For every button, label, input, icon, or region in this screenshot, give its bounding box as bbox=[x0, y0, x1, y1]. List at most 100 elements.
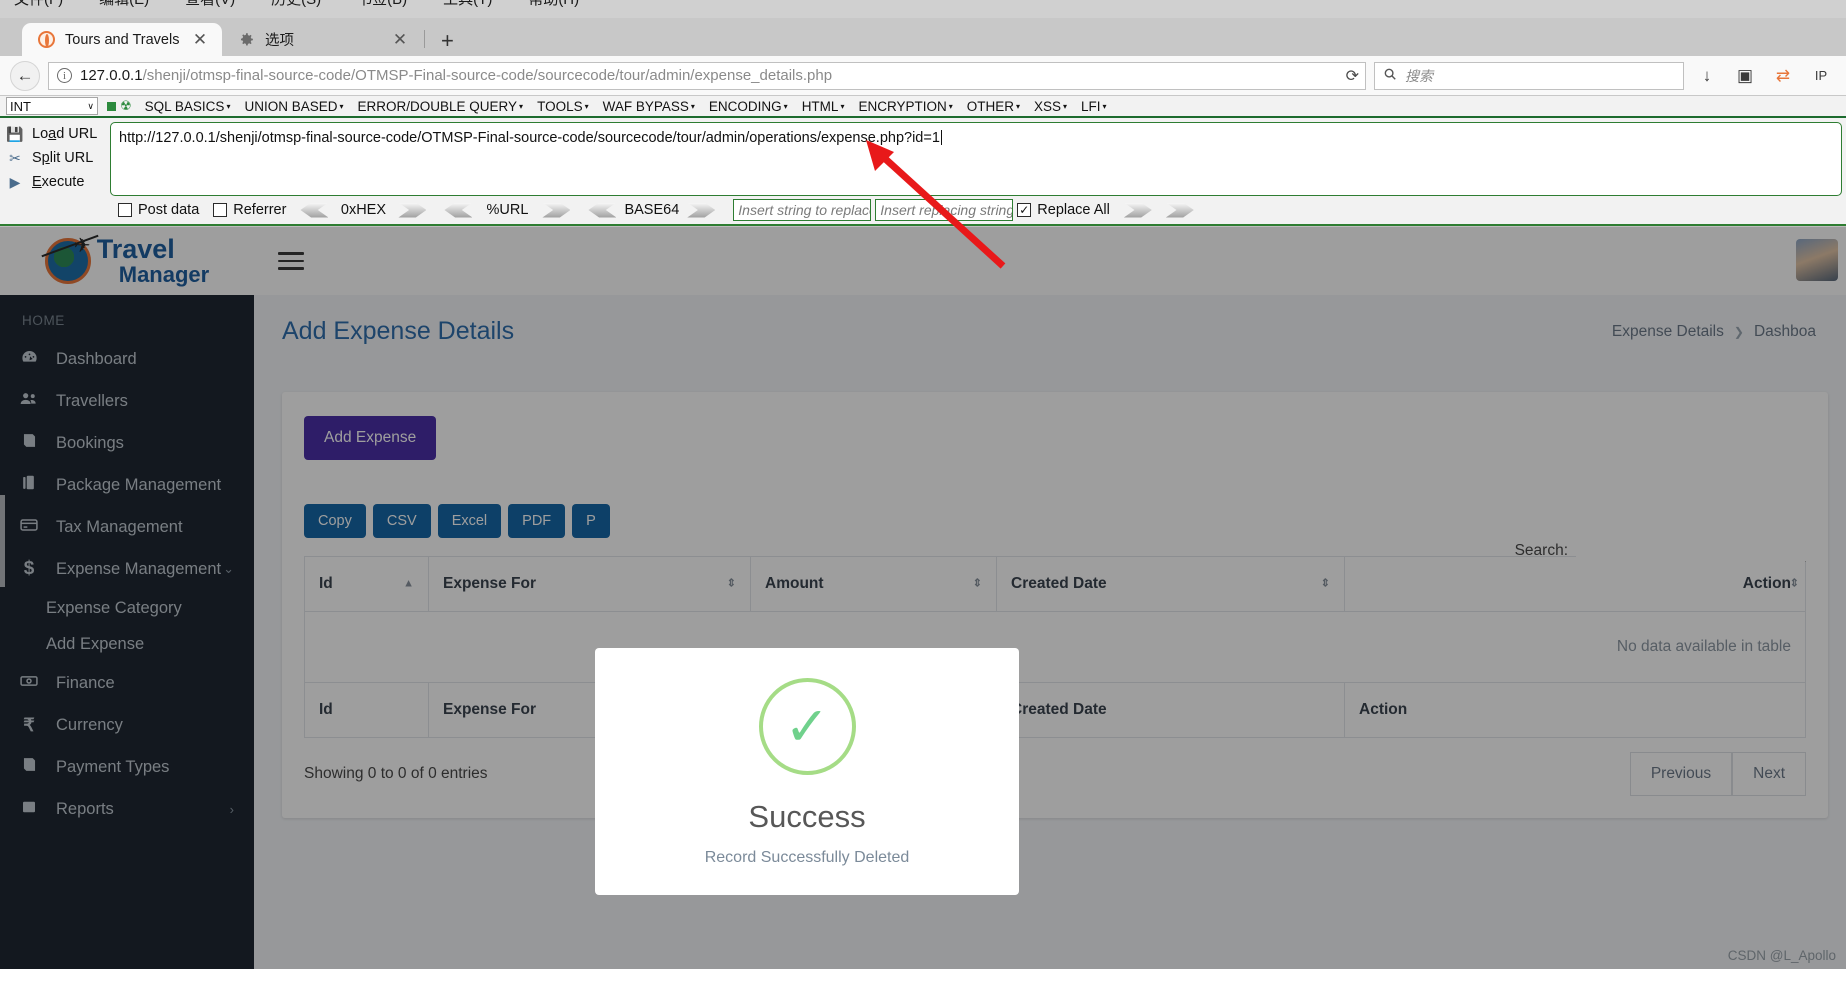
hackbar-menu-encoding[interactable]: ENCODING ▾ bbox=[702, 99, 795, 114]
reload-icon[interactable]: ⟳ bbox=[1346, 66, 1359, 86]
encoder-url-label: %URL bbox=[486, 202, 529, 218]
load-icon: 💾 bbox=[6, 125, 24, 142]
extension-label[interactable]: IP bbox=[1806, 61, 1836, 91]
hackbar-panel: INT ∨ ☢ SQL BASICS ▾ UNION BASED ▾ ERROR/D… bbox=[0, 96, 1846, 227]
download-icon[interactable]: ↓ bbox=[1692, 61, 1722, 91]
chevron-down-icon: ▾ bbox=[840, 102, 845, 112]
browser-search-bar[interactable]: 搜索 bbox=[1374, 61, 1684, 90]
encoder-hex-label: 0xHEX bbox=[340, 202, 387, 218]
label: XSS bbox=[1034, 98, 1062, 114]
hackbar-mode-value: INT bbox=[10, 98, 31, 114]
check-glyph: ✓ bbox=[784, 696, 830, 757]
web-page: Travel Manager HOME Dashboard Travellers bbox=[0, 227, 1846, 969]
menu-item-edit[interactable]: 编辑(E) bbox=[99, 0, 149, 9]
hackbar-mode-select[interactable]: INT ∨ bbox=[6, 97, 98, 115]
close-icon[interactable]: ✕ bbox=[392, 31, 408, 48]
browser-nav-bar: ← i 127.0.0.1/shenji/otmsp-final-source-… bbox=[0, 56, 1846, 96]
execute-button[interactable]: ▶ Execute bbox=[6, 170, 110, 194]
hackbar-menu-html[interactable]: HTML ▾ bbox=[795, 99, 852, 114]
site-info-icon[interactable]: i bbox=[57, 68, 72, 83]
chevron-down-icon: ▾ bbox=[1063, 102, 1068, 112]
chevron-down-icon: ▾ bbox=[339, 102, 344, 112]
hackbar-status-dot[interactable] bbox=[107, 101, 116, 111]
browser-tab-tours-and-travels[interactable]: Tours and Travels ✕ bbox=[22, 23, 222, 56]
browser-tab-options[interactable]: 选项 ✕ bbox=[222, 23, 422, 56]
encode-arrow-icon[interactable] bbox=[542, 202, 571, 218]
replace-all-checkbox[interactable]: ✓ Replace All bbox=[1017, 202, 1110, 218]
chevron-down-icon: ▾ bbox=[690, 102, 695, 112]
replace-apply-arrow-icon[interactable] bbox=[1123, 202, 1152, 218]
globe-icon bbox=[38, 31, 55, 48]
menu-item-file[interactable]: 文件(F) bbox=[14, 0, 63, 9]
back-button[interactable]: ← bbox=[10, 60, 40, 91]
replace-apply-arrow-icon-2[interactable] bbox=[1165, 202, 1194, 218]
decode-arrow-icon[interactable] bbox=[300, 202, 329, 218]
modal-title: Success bbox=[748, 799, 866, 834]
encode-arrow-icon[interactable] bbox=[687, 202, 716, 218]
hackbar-url-value: http://127.0.0.1/shenji/otmsp-final-sour… bbox=[119, 130, 940, 146]
execute-label: Execute bbox=[32, 174, 85, 190]
replace-with-input[interactable]: Insert replacing string bbox=[875, 199, 1014, 221]
split-url-label: Split URL bbox=[32, 150, 94, 166]
new-tab-button[interactable]: + bbox=[431, 30, 464, 56]
label: WAF BYPASS bbox=[602, 98, 689, 114]
hackbar-menu-union-based[interactable]: UNION BASED ▾ bbox=[237, 99, 350, 114]
tab-title: Tours and Travels bbox=[65, 31, 180, 48]
tab-divider bbox=[424, 30, 425, 48]
menu-item-history[interactable]: 历史(S) bbox=[271, 0, 321, 9]
library-icon[interactable]: ▣ bbox=[1730, 61, 1760, 91]
replace-all-label: Replace All bbox=[1037, 202, 1110, 218]
success-modal: ✓ Success Record Successfully Deleted bbox=[595, 648, 1019, 895]
label: ENCRYPTION bbox=[858, 98, 947, 114]
hackbar-body: 💾 Load URL ✂ Split URL ▶ Execute http://… bbox=[0, 118, 1846, 196]
gear-icon bbox=[238, 31, 255, 48]
checkbox-box bbox=[118, 203, 132, 217]
label: ERROR/DOUBLE QUERY bbox=[357, 98, 518, 114]
close-icon[interactable]: ✕ bbox=[192, 31, 208, 48]
browser-menu-bar: 文件(F) 编辑(E) 查看(V) 历史(S) 书签(B) 工具(T) 帮助(H… bbox=[0, 0, 1846, 18]
bug-icon[interactable]: ☢ bbox=[120, 98, 132, 114]
chevron-down-icon: ▾ bbox=[783, 102, 788, 112]
chevron-down-icon: ▾ bbox=[1015, 102, 1020, 112]
hackbar-menu-lfi[interactable]: LFI ▾ bbox=[1074, 99, 1114, 114]
menu-item-view[interactable]: 查看(V) bbox=[185, 0, 235, 9]
menu-item-tools[interactable]: 工具(T) bbox=[443, 0, 492, 9]
label: SQL BASICS bbox=[144, 98, 225, 114]
url-path: /shenji/otmsp-final-source-code/OTMSP-Fi… bbox=[142, 67, 833, 84]
decode-arrow-icon[interactable] bbox=[588, 202, 617, 218]
label: UNION BASED bbox=[244, 98, 338, 114]
encoder-url: %URL bbox=[444, 202, 571, 218]
split-icon: ✂ bbox=[9, 149, 21, 166]
label: LFI bbox=[1081, 98, 1101, 114]
address-bar[interactable]: i 127.0.0.1/shenji/otmsp-final-source-co… bbox=[48, 61, 1366, 90]
label: TOOLS bbox=[537, 98, 583, 114]
hackbar-url-textarea[interactable]: http://127.0.0.1/shenji/otmsp-final-sour… bbox=[110, 122, 1842, 196]
post-data-checkbox[interactable]: Post data bbox=[118, 202, 199, 218]
chevron-down-icon: ▾ bbox=[1102, 102, 1107, 112]
encoder-base64: BASE64 bbox=[588, 202, 716, 218]
chevron-down-icon: ▾ bbox=[519, 102, 524, 112]
hackbar-menu-waf-bypass[interactable]: WAF BYPASS ▾ bbox=[596, 99, 702, 114]
label: ENCODING bbox=[708, 98, 782, 114]
hackbar-menu-xss[interactable]: XSS ▾ bbox=[1027, 99, 1074, 114]
load-url-button[interactable]: 💾 Load URL bbox=[6, 122, 110, 146]
hackbar-menu-tools[interactable]: TOOLS ▾ bbox=[530, 99, 596, 114]
hackbar-menu-error-double-query[interactable]: ERROR/DOUBLE QUERY ▾ bbox=[351, 99, 531, 114]
encode-arrow-icon[interactable] bbox=[398, 202, 427, 218]
decode-arrow-icon[interactable] bbox=[444, 202, 473, 218]
hackbar-menu-sql-basics[interactable]: SQL BASICS ▾ bbox=[138, 99, 238, 114]
hackbar-menu-other[interactable]: OTHER ▾ bbox=[960, 99, 1027, 114]
split-url-button[interactable]: ✂ Split URL bbox=[6, 146, 110, 170]
replace-find-input[interactable]: Insert string to replace bbox=[733, 199, 872, 221]
chevron-down-icon: ∨ bbox=[87, 100, 94, 111]
sync-icon[interactable]: ⇄ bbox=[1768, 61, 1798, 91]
check-icon: ✓ bbox=[758, 678, 856, 775]
chevron-down-icon: ▾ bbox=[226, 102, 231, 112]
menu-item-bookmarks[interactable]: 书签(B) bbox=[357, 0, 407, 9]
referrer-checkbox[interactable]: Referrer bbox=[213, 202, 286, 218]
hackbar-menu-encryption[interactable]: ENCRYPTION ▾ bbox=[851, 99, 959, 114]
chevron-down-icon: ▾ bbox=[584, 102, 589, 112]
menu-item-help[interactable]: 帮助(H) bbox=[528, 0, 579, 9]
url-host: 127.0.0.1 bbox=[80, 67, 143, 84]
encoder-base64-label: BASE64 bbox=[624, 202, 680, 218]
